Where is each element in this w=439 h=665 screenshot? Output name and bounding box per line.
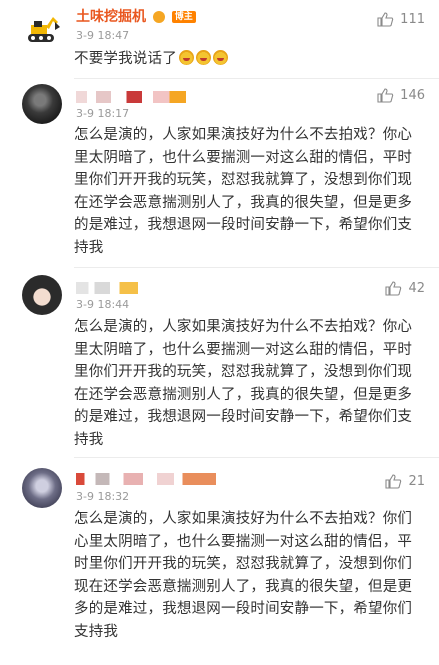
emoji-icon: [212, 50, 228, 65]
author-name[interactable]: [76, 470, 216, 488]
like-button[interactable]: 146: [377, 88, 425, 103]
excavator-icon: [28, 17, 60, 42]
avatar[interactable]: [22, 275, 62, 315]
like-button[interactable]: 42: [385, 281, 425, 296]
top-comment: 土味挖掘机 博主 3-9 18:47 111 不要学我说话了: [0, 0, 439, 70]
comment-text-content: 不要学我说话了: [74, 51, 177, 67]
comment-item: 3-9 18:32 21 怎么是演的，人家如果演技好为什么不去拍戏？你们心里太阴…: [0, 462, 439, 662]
comment-text: 怎么是演的，人家如果演技好为什么不去拍戏？你们心里太阴暗了，也什么要揣测一对这么…: [74, 511, 413, 640]
thumbs-up-icon: [385, 474, 402, 489]
like-count: 111: [400, 12, 425, 27]
avatar[interactable]: [22, 468, 62, 508]
divider: [74, 457, 439, 458]
comment-time: 3-9 18:17: [76, 107, 130, 120]
like-button[interactable]: 111: [377, 12, 425, 27]
comment-time: 3-9 18:32: [76, 490, 130, 503]
blurred-name: [76, 91, 186, 103]
divider: [74, 267, 439, 268]
comment-time: 3-9 18:44: [76, 298, 130, 311]
divider: [74, 78, 439, 79]
thumbs-up-icon: [377, 12, 394, 27]
comment-time: 3-9 18:47: [76, 29, 130, 42]
thumbs-up-icon: [377, 88, 394, 103]
blurred-name: [76, 282, 138, 294]
author-name[interactable]: [76, 88, 186, 106]
author-name[interactable]: [76, 279, 138, 297]
like-count: 146: [400, 88, 425, 103]
comment-text: 怎么是演的，人家如果演技好为什么不去拍戏？你心里太阴暗了，也什么要揣测一对这么甜…: [74, 127, 413, 256]
comment-text: 怎么是演的，人家如果演技好为什么不去拍戏？你心里太阴暗了，也什么要揣测一对这么甜…: [74, 319, 413, 448]
comment-text: 不要学我说话了: [74, 48, 426, 71]
emoji-icon: [195, 50, 211, 65]
emoji-icon: [178, 50, 194, 65]
comment-item: 3-9 18:17 146 怎么是演的，人家如果演技好为什么不去拍戏？你心里太阴…: [0, 80, 439, 265]
like-button[interactable]: 21: [385, 474, 425, 489]
thumbs-up-icon: [385, 281, 402, 296]
author-name-text[interactable]: 土味挖掘机: [76, 9, 146, 25]
vip-icon: [152, 11, 165, 23]
author-name[interactable]: 土味挖掘机 博主: [76, 8, 196, 26]
like-count: 21: [408, 474, 425, 489]
avatar[interactable]: [22, 84, 62, 124]
like-count: 42: [408, 281, 425, 296]
blogger-badge: 博主: [171, 11, 196, 23]
avatar[interactable]: [22, 10, 62, 50]
comment-item: 3-9 18:44 42 怎么是演的，人家如果演技好为什么不去拍戏？你心里太阴暗…: [0, 270, 439, 455]
blurred-name: [76, 473, 216, 485]
